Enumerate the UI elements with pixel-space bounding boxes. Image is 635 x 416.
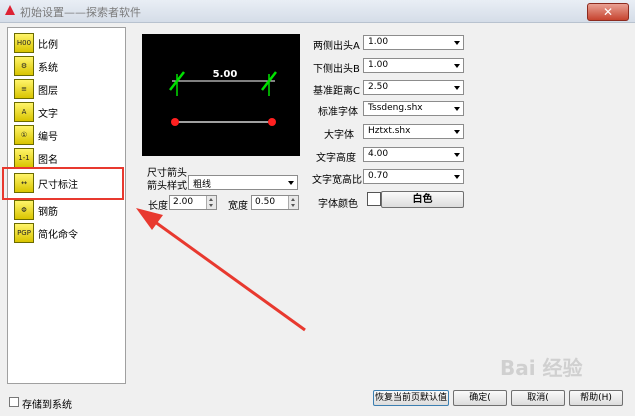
ok-button[interactable]: 确定( bbox=[453, 390, 507, 406]
restore-defaults-button[interactable]: 恢复当前页默认值 bbox=[373, 390, 449, 406]
help-button[interactable]: 帮助(H) bbox=[569, 390, 623, 406]
cancel-button[interactable]: 取消( bbox=[511, 390, 565, 406]
watermark: Bai 经验 bbox=[500, 356, 583, 380]
arrow-head-icon bbox=[136, 208, 163, 230]
